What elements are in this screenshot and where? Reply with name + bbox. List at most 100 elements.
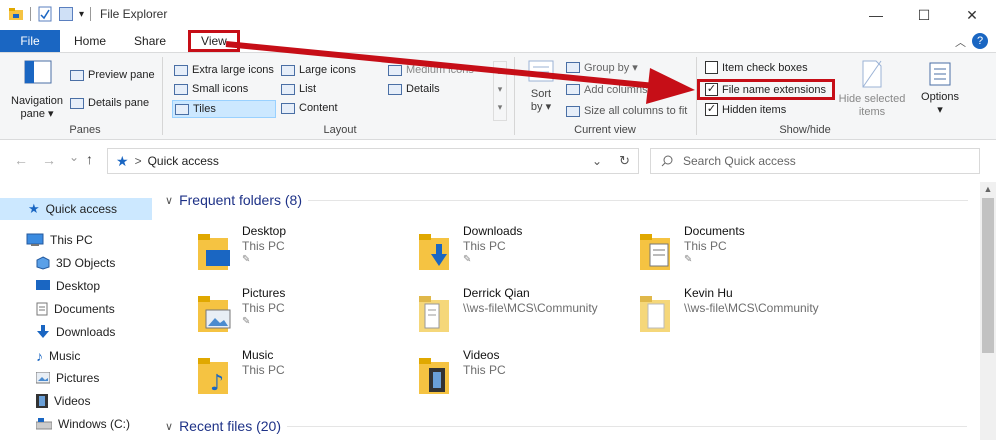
window-title: File Explorer [100, 7, 168, 21]
hide-selected-label2: items [858, 106, 886, 118]
folder-tile[interactable]: Documents This PC ✎ [640, 224, 860, 276]
frequent-folders-title: Frequent folders (8) [179, 192, 303, 208]
address-bar[interactable]: ★ > Quick access ⌄ ↻ [107, 148, 639, 174]
nav-quick-access[interactable]: ★ Quick access [0, 198, 152, 220]
sort-by-button[interactable]: Sort by ▾ [524, 59, 558, 114]
folder-location: This PC [463, 363, 506, 377]
tiles-label: Tiles [193, 103, 216, 115]
collapse-ribbon-icon[interactable]: ︿ [955, 34, 966, 50]
nav-downloads[interactable]: Downloads [36, 325, 115, 339]
separator [30, 7, 31, 21]
folder-tile[interactable]: Pictures This PC ✎ [198, 286, 418, 338]
navigation-pane-label[interactable]: Navigation pane ▾ [8, 95, 66, 121]
nav-this-pc-label: This PC [50, 233, 93, 247]
scrollbar-thumb[interactable] [982, 198, 994, 353]
frequent-folders-header[interactable]: ∨ Frequent folders (8) [165, 192, 969, 208]
folder-tile[interactable]: Videos This PC [419, 348, 639, 400]
large-icons-label: Large icons [299, 64, 356, 76]
tab-file[interactable]: File [0, 30, 60, 52]
group-by-button[interactable]: Group by ▾ [566, 61, 638, 74]
folder-name: Videos [463, 348, 500, 362]
folder-tile[interactable]: Desktop This PC ✎ [198, 224, 418, 276]
folder-tile[interactable]: Downloads This PC ✎ [419, 224, 639, 276]
nav-music[interactable]: ♪ Music [36, 348, 80, 364]
folder-location: \\ws-file\MCS\Community [463, 301, 598, 315]
minimize-button[interactable]: — [852, 0, 900, 30]
folder-location: This PC [242, 301, 285, 315]
downloads-icon [37, 325, 49, 338]
nav-documents-label: Documents [54, 302, 115, 316]
help-icon[interactable]: ? [972, 33, 988, 49]
group-label-show-hide: Show/hide [779, 124, 831, 136]
nav-this-pc[interactable]: This PC [26, 233, 93, 247]
layout-scroll[interactable]: ▴ ▾ ▾ [493, 61, 507, 121]
music-icon: ♪ [36, 348, 43, 364]
desktop-folder-icon [198, 234, 230, 270]
hidden-items-option[interactable]: ✓ Hidden items [705, 103, 786, 116]
nav-windows-c[interactable]: Windows (C:) [36, 417, 130, 431]
layout-small-icons[interactable]: Small icons [174, 83, 248, 95]
tab-view[interactable]: View [188, 30, 240, 52]
tab-share[interactable]: Share [120, 30, 180, 52]
item-check-boxes-option[interactable]: Item check boxes [705, 61, 808, 74]
recent-locations-button[interactable]: ⌄ [69, 150, 79, 164]
content-icon [281, 102, 295, 114]
documents-folder-icon [640, 234, 670, 270]
group-label-current-view: Current view [574, 124, 636, 136]
folder-tile[interactable]: ♪ Music This PC [198, 348, 418, 400]
folder-tile[interactable]: Derrick Qian \\ws-file\MCS\Community [419, 286, 639, 338]
layout-content[interactable]: Content [281, 102, 338, 114]
properties-icon[interactable] [37, 6, 53, 22]
layout-large-icons[interactable]: Large icons [281, 64, 356, 76]
preview-pane-button[interactable]: Preview pane [70, 69, 155, 81]
close-button[interactable]: ✕ [948, 0, 996, 30]
group-separator [162, 57, 163, 135]
content-label: Content [299, 102, 338, 114]
nav-desktop[interactable]: Desktop [36, 279, 100, 293]
hide-selected-items-button[interactable]: Hide selected items [838, 59, 906, 119]
window-controls: — ☐ ✕ [852, 0, 996, 30]
layout-tiles[interactable]: Tiles [172, 100, 276, 118]
nav-documents[interactable]: Documents [36, 302, 115, 316]
recent-files-header[interactable]: ∨ Recent files (20) [165, 418, 967, 434]
item-check-boxes-checkbox[interactable] [705, 61, 718, 74]
extra-large-icons-icon [174, 64, 188, 76]
layout-medium-icons[interactable]: Medium icons [388, 64, 474, 76]
size-all-columns-button[interactable]: Size all columns to fit [566, 105, 687, 117]
nav-pictures[interactable]: Pictures [36, 371, 99, 385]
folder-tile[interactable]: Kevin Hu \\ws-file\MCS\Community [640, 286, 860, 338]
nav-pictures-label: Pictures [56, 371, 100, 385]
file-explorer-icon[interactable] [8, 6, 24, 22]
layout-list[interactable]: List [281, 83, 316, 95]
breadcrumb-quick-access[interactable]: Quick access [148, 154, 219, 168]
options-icon [929, 62, 951, 86]
3d-objects-icon [36, 256, 50, 270]
details-pane-label: Details pane [88, 97, 150, 109]
navigation-pane-button[interactable] [14, 59, 62, 88]
tab-home[interactable]: Home [60, 30, 120, 52]
up-button[interactable]: ↑ [86, 151, 93, 167]
sort-by-label2: by ▾ [530, 101, 552, 113]
options-button[interactable]: Options ▾ [915, 61, 965, 117]
medium-icons-label: Medium icons [406, 64, 474, 76]
list-label: List [299, 83, 317, 95]
nav-buttons: ← → [14, 152, 56, 168]
new-folder-icon[interactable] [59, 7, 73, 21]
layout-details[interactable]: Details [388, 83, 440, 95]
back-button[interactable]: ← [14, 152, 28, 168]
layout-extra-large-icons[interactable]: Extra large icons [174, 64, 274, 76]
forward-button[interactable]: → [42, 152, 56, 168]
hidden-items-checkbox[interactable]: ✓ [705, 103, 718, 116]
file-name-extensions-option[interactable]: ✓ File name extensions [697, 79, 835, 100]
nav-3d-objects[interactable]: 3D Objects [36, 256, 115, 270]
details-pane-button[interactable]: Details pane [70, 97, 149, 109]
nav-videos[interactable]: Videos [36, 394, 90, 408]
search-box[interactable]: Search Quick access [650, 148, 980, 174]
maximize-button[interactable]: ☐ [900, 0, 948, 30]
customize-toolbar-icon[interactable]: ▾ [79, 9, 84, 20]
add-columns-button[interactable]: Add columns ▾ [566, 83, 656, 96]
scroll-up-icon[interactable]: ▲ [980, 182, 996, 194]
refresh-button[interactable]: ↻ [619, 153, 630, 169]
address-dropdown-button[interactable]: ⌄ [592, 154, 602, 168]
file-name-extensions-checkbox[interactable]: ✓ [705, 83, 718, 96]
